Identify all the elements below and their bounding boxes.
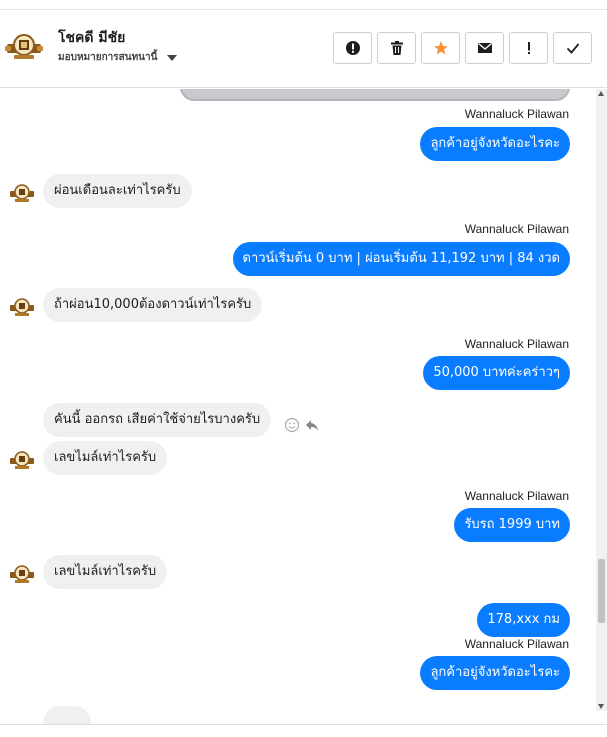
top-border	[0, 0, 607, 10]
sender-name: Wannaluck Pilawan	[464, 489, 569, 503]
conversation-header: โชคดี มีชัย มอบหมายการสนทนานี้	[0, 10, 607, 88]
exclamation-icon	[527, 42, 530, 54]
trash-icon	[390, 41, 403, 55]
incoming-message[interactable]: ถ้าผ่อน10,000ต้องดาวน์เท่าไรครับ	[43, 288, 263, 322]
incoming-message[interactable]: เลขไมล์เท่าไรครับ	[43, 441, 168, 475]
assign-conversation-dropdown[interactable]: มอบหมายการสนทนานี้	[58, 50, 178, 65]
delete-button[interactable]	[377, 32, 416, 64]
contact-avatar[interactable]	[4, 30, 44, 64]
sender-name: Wannaluck Pilawan	[464, 637, 569, 651]
done-button[interactable]	[553, 32, 592, 64]
image-attachment[interactable]	[180, 89, 570, 101]
conversation-actions	[333, 32, 592, 64]
outgoing-message[interactable]: 178,xxx กม	[477, 603, 570, 637]
message-actions	[284, 417, 320, 433]
incoming-message-partial	[43, 706, 91, 726]
contact-avatar-small	[10, 298, 34, 316]
assign-label: มอบหมายการสนทนานี้	[58, 52, 158, 63]
contact-avatar-small	[10, 184, 34, 202]
spam-button[interactable]	[333, 32, 372, 64]
star-button[interactable]	[421, 32, 460, 64]
check-icon	[566, 43, 579, 54]
follow-up-button[interactable]	[509, 32, 548, 64]
scroll-down-arrow-icon[interactable]	[598, 704, 604, 709]
scroll-up-arrow-icon[interactable]	[598, 91, 604, 96]
contact-avatar-small	[10, 565, 34, 583]
reply-icon[interactable]	[304, 417, 320, 433]
incoming-message[interactable]: คันนี้ ออกรถ เสียค่าใช้จ่ายไรบางครับ	[43, 403, 272, 437]
scrollbar-thumb[interactable]	[598, 559, 605, 623]
mark-unread-button[interactable]	[465, 32, 504, 64]
caret-down-icon	[167, 54, 178, 61]
emoji-react-icon[interactable]	[284, 417, 300, 433]
incoming-message[interactable]: เลขไมล์เท่าไรครับ	[43, 555, 168, 589]
outgoing-message[interactable]: ดาวน์เริ่มต้น 0 บาท | ผ่อนเริ่มต้น 11,19…	[232, 242, 570, 276]
sender-name: Wannaluck Pilawan	[464, 337, 569, 351]
sender-name: Wannaluck Pilawan	[464, 222, 569, 236]
outgoing-message[interactable]: ลูกค้าอยู่จังหวัดอะไรคะ	[420, 127, 570, 161]
contact-name: โชคดี มีชัย	[58, 30, 126, 46]
outgoing-message[interactable]: 50,000 บาทค่ะคร่าวๆ	[423, 356, 570, 390]
contact-avatar-small	[10, 451, 34, 469]
outgoing-message[interactable]: รับรถ 1999 บาท	[454, 508, 570, 542]
alert-circle-icon	[345, 41, 360, 55]
outgoing-message[interactable]: ลูกค้าอยู่จังหวัดอะไรคะ	[420, 656, 570, 690]
sender-name: Wannaluck Pilawan	[464, 107, 569, 121]
message-composer[interactable]	[0, 724, 607, 737]
chat-scrollbar[interactable]	[596, 89, 607, 711]
message-thread: Wannaluck Pilawan ลูกค้าอยู่จังหวัดอะไรค…	[0, 89, 596, 711]
envelope-icon	[477, 43, 492, 53]
star-icon	[433, 41, 448, 55]
incoming-message[interactable]: ผ่อนเดือนละเท่าไรครับ	[43, 174, 192, 208]
